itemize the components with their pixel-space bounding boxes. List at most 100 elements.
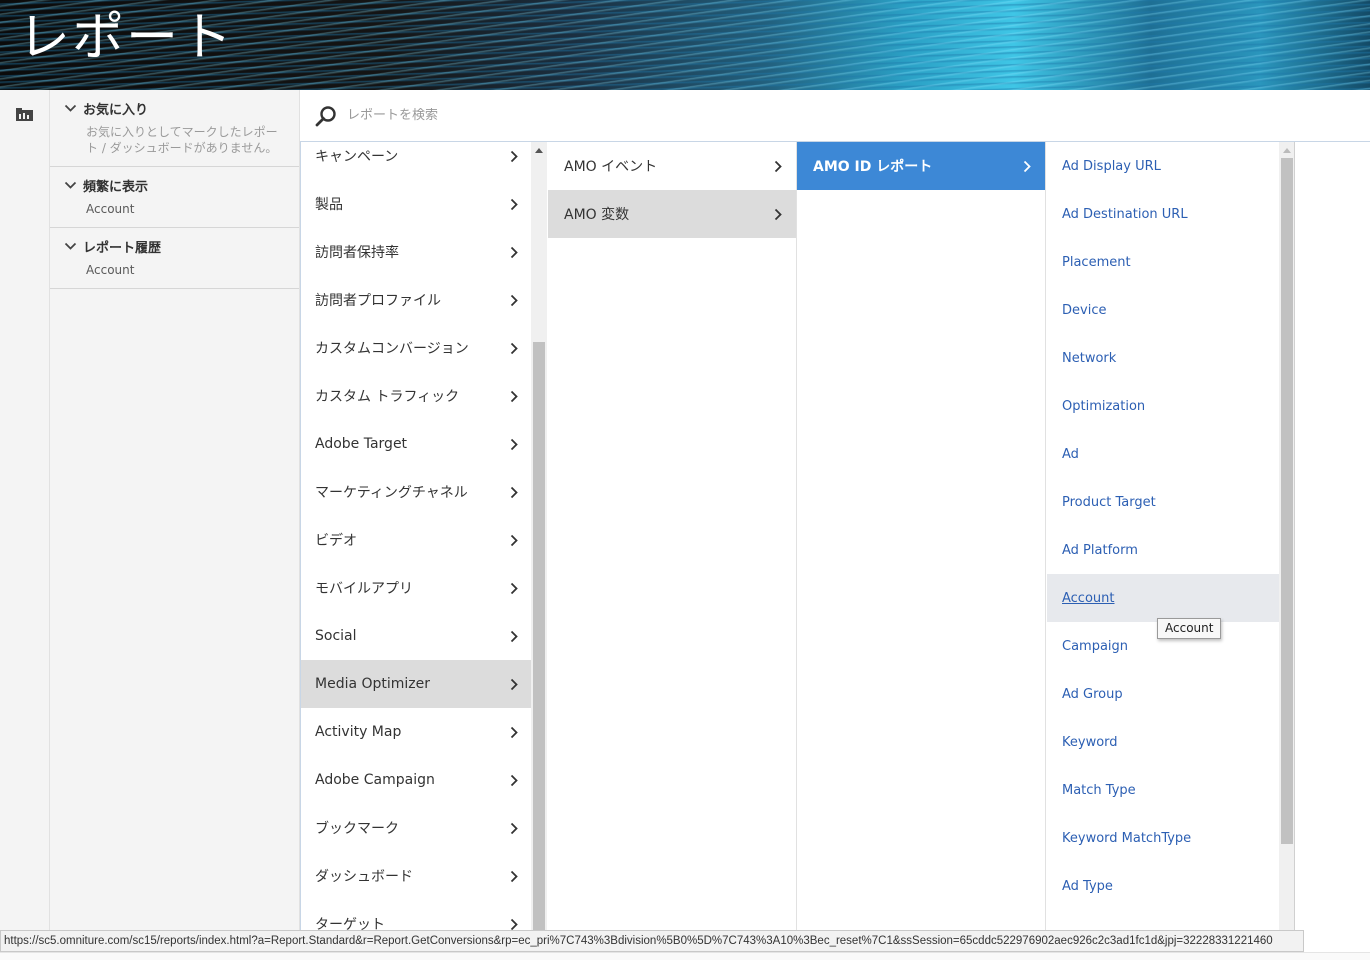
chevron-right-icon (510, 390, 518, 402)
category-item[interactable]: カスタム トラフィック (301, 372, 531, 420)
category-item[interactable]: 製品 (301, 180, 531, 228)
status-bar-url: https://sc5.omniture.com/sc15/reports/in… (0, 930, 1304, 952)
scrollbar-thumb[interactable] (533, 342, 545, 930)
report-link-label: Placement (1062, 254, 1131, 270)
chevron-right-icon (510, 342, 518, 354)
category-item[interactable]: Adobe Campaign (301, 756, 531, 804)
report-group-column: AMO ID レポート (797, 142, 1046, 930)
history-title: レポート履歴 (83, 240, 162, 256)
page-title: レポート (18, 8, 235, 68)
category-item-label: Media Optimizer (315, 676, 431, 692)
report-link-label: Ad Platform (1062, 542, 1138, 558)
chevron-right-icon (510, 198, 518, 210)
category-item[interactable]: カスタムコンバージョン (301, 324, 531, 372)
subcategory-item[interactable]: AMO 変数 (548, 190, 796, 238)
report-link-label: Ad Destination URL (1062, 206, 1188, 222)
category-item-label: ダッシュボード (315, 869, 413, 885)
report-link[interactable]: Ad Destination URL (1047, 190, 1279, 238)
report-link[interactable]: Placement (1047, 238, 1279, 286)
report-link[interactable]: Ad Display URL (1047, 142, 1279, 190)
report-link-label: Ad Type (1062, 878, 1113, 894)
report-link[interactable]: Optimization (1047, 382, 1279, 430)
report-link-label: Network (1062, 350, 1117, 366)
report-group-item[interactable]: AMO ID レポート (797, 142, 1045, 190)
category-item-label: Activity Map (315, 724, 402, 740)
favorites-title: お気に入り (83, 102, 149, 118)
history-item[interactable]: Account (50, 256, 299, 278)
category-scrollbar[interactable] (531, 142, 547, 930)
chevron-right-icon (774, 208, 782, 220)
category-item[interactable]: Media Optimizer (301, 660, 531, 708)
category-item[interactable]: ターゲット (301, 900, 531, 930)
favorites-toggle[interactable]: お気に入り (50, 98, 299, 118)
sidebar: お気に入り お気に入りとしてマークしたレポート / ダッシュボードがありません。… (50, 90, 300, 960)
category-item[interactable]: 訪問者プロファイル (301, 276, 531, 324)
header-banner: レポート (0, 0, 1370, 90)
chevron-right-icon (510, 822, 518, 834)
report-link[interactable]: Keyword MatchType (1047, 814, 1279, 862)
report-link[interactable]: Ad Type (1047, 862, 1279, 910)
chevron-right-icon (510, 678, 518, 690)
bottom-strip (0, 952, 1370, 960)
category-item[interactable]: モバイルアプリ (301, 564, 531, 612)
category-item[interactable]: マーケティングチャネル (301, 468, 531, 516)
category-item-label: ビデオ (315, 533, 357, 549)
report-link[interactable]: Ad Group (1047, 670, 1279, 718)
chevron-right-icon (510, 438, 518, 450)
subcategory-item-label: AMO 変数 (564, 207, 630, 223)
category-item-label: 訪問者プロファイル (315, 293, 441, 309)
category-item[interactable]: 訪問者保持率 (301, 228, 531, 276)
scrollbar-thumb[interactable] (1281, 158, 1293, 844)
report-link-label: Keyword (1062, 734, 1118, 750)
category-item[interactable]: Activity Map (301, 708, 531, 756)
chevron-down-icon (64, 104, 77, 112)
category-item-label: モバイルアプリ (315, 581, 413, 597)
category-item[interactable]: Social (301, 612, 531, 660)
report-link-label: Product Target (1062, 494, 1156, 510)
category-item[interactable]: Adobe Target (301, 420, 531, 468)
folder-icon[interactable] (16, 108, 33, 121)
report-link-label: Campaign (1062, 638, 1129, 654)
chevron-right-icon (510, 294, 518, 306)
report-link-label: Keyword MatchType (1062, 830, 1192, 846)
report-link-label: Device (1062, 302, 1107, 318)
tooltip: Account (1157, 618, 1222, 639)
frequent-item[interactable]: Account (50, 195, 299, 217)
category-item[interactable]: キャンペーン (301, 142, 531, 180)
category-item[interactable]: ブックマーク (301, 804, 531, 852)
scroll-up-arrow-icon[interactable] (1283, 148, 1291, 153)
report-link[interactable]: Ad (1047, 430, 1279, 478)
frequent-toggle[interactable]: 頻繁に表示 (50, 175, 299, 195)
report-scrollbar[interactable] (1279, 142, 1295, 930)
report-link[interactable]: Match Type (1047, 766, 1279, 814)
search-input[interactable] (347, 108, 947, 123)
subcategory-item[interactable]: AMO イベント (548, 142, 796, 190)
category-item-label: Adobe Campaign (315, 772, 435, 788)
chevron-down-icon (64, 242, 77, 250)
report-link[interactable]: Product Target (1047, 478, 1279, 526)
report-link[interactable]: Device (1047, 286, 1279, 334)
category-item[interactable]: ビデオ (301, 516, 531, 564)
report-link-label: Optimization (1062, 398, 1146, 414)
report-link-label: Ad Group (1062, 686, 1123, 702)
history-section: レポート履歴 Account (50, 228, 299, 289)
report-link[interactable]: Network (1047, 334, 1279, 382)
report-link[interactable]: Ad Platform (1047, 526, 1279, 574)
report-link[interactable]: Keyword (1047, 718, 1279, 766)
history-toggle[interactable]: レポート履歴 (50, 236, 299, 256)
report-link-label: Match Type (1062, 782, 1136, 798)
category-item-label: ターゲット (315, 917, 385, 930)
report-link-label: Ad (1062, 446, 1079, 462)
report-link[interactable]: Account (1047, 574, 1279, 622)
category-item-label: Social (315, 628, 357, 644)
category-item-label: マーケティングチャネル (315, 485, 468, 501)
search-bar (300, 90, 1370, 142)
subcategory-column: AMO イベント AMO 変数 (548, 142, 797, 930)
scroll-up-arrow-icon[interactable] (535, 148, 543, 153)
chevron-right-icon (510, 918, 518, 930)
chevron-right-icon (774, 160, 782, 172)
report-column: Ad Display URL Ad Destination URL Placemen… (1047, 142, 1279, 930)
chevron-right-icon (510, 486, 518, 498)
category-item[interactable]: ダッシュボード (301, 852, 531, 900)
chevron-right-icon (1023, 160, 1031, 172)
